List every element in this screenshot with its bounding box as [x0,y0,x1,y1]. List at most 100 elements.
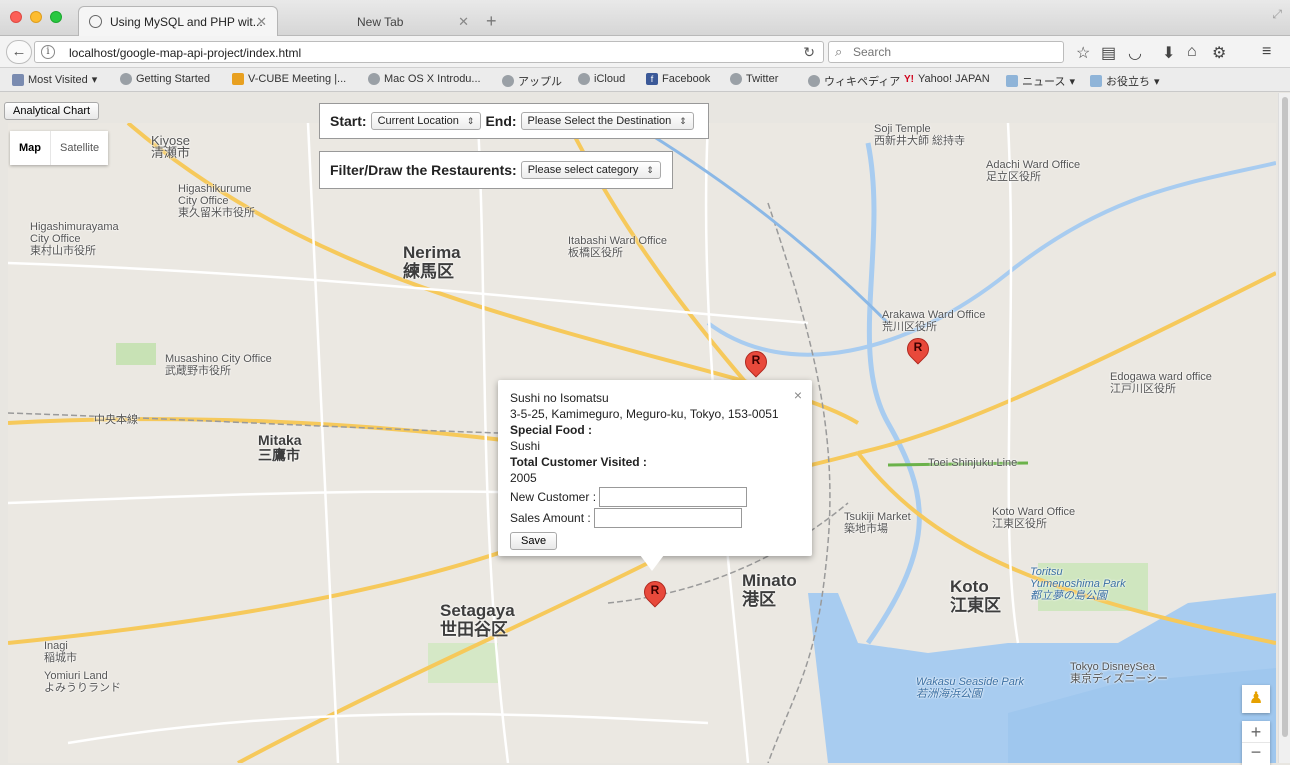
visited-value: 2005 [510,471,537,485]
bookmark-facebook[interactable]: f Facebook [646,73,710,85]
navigation-bar: ← i localhost/google-map-api-project/ind… [0,36,1290,68]
save-button[interactable]: Save [510,532,558,550]
zoom-out-icon[interactable]: − [1242,743,1270,763]
menu-icon[interactable]: ≡ [1262,43,1271,61]
bookmark-most-visited[interactable]: Most Visited ▾ [12,73,97,86]
map-label-disneysea: Tokyo DisneySea 東京ディズニーシー [1070,661,1169,685]
search-input[interactable] [851,43,1056,61]
minimize-window-icon[interactable] [30,11,42,23]
bookmark-label: ウィキペディア [824,76,901,88]
zoom-in-icon[interactable]: + [1242,721,1270,743]
new-customer-row: New Customer : [510,486,800,507]
bookmark-oyakudachi[interactable]: お役立ち ▾ [1090,73,1160,89]
filter-panel: Filter/Draw the Restaurents: Please sele… [319,151,673,189]
tab-active[interactable]: Using MySQL and PHP wit... ✕ [78,6,278,36]
bookmark-label: V-CUBE Meeting |... [248,73,347,85]
bookmark-wikipedia[interactable]: ウィキペディア [808,73,900,89]
satellite-view-button[interactable]: Satellite [50,131,108,165]
visited-label: Total Customer Visited : [510,455,647,469]
map-type-control: Map Satellite [10,131,109,165]
sales-amount-label: Sales Amount : [510,510,591,525]
map-label-wakasu: Wakasu Seaside Park 若洲海浜公園 [916,676,1025,700]
page-content: Analytical Chart Map Satellite Kiyose 清瀬… [0,93,1290,765]
back-arrow-icon[interactable]: ← [6,40,32,64]
end-select[interactable]: Please Select the Destination ⇕ [520,112,694,130]
map-view-button[interactable]: Map [10,131,50,165]
category-select-value: Please select category [527,164,639,176]
search-bar[interactable]: ⌕ [828,41,1064,63]
map-label-shinjuku-line: Toei Shinjuku Line [928,457,1018,469]
yahoo-icon: Y! [904,73,914,85]
street-view-pegman-icon[interactable]: ♟ [1242,685,1270,713]
close-icon[interactable]: × [794,387,802,403]
chevron-updown-icon: ⇕ [646,164,654,175]
bookmark-yahoo[interactable]: Y! Yahoo! JAPAN [904,73,990,85]
close-tab-icon[interactable]: ✕ [458,14,469,30]
bookmark-macos[interactable]: Mac OS X Introdu... [368,73,481,85]
restaurant-address: 3-5-25, Kamimeguro, Meguro-ku, Tokyo, 15… [510,407,779,421]
globe-icon [730,73,742,85]
map-label-tsukiji: Tsukiji Market 築地市場 [844,511,911,535]
info-window-tail [640,555,664,571]
maximize-window-icon[interactable] [50,11,62,23]
bookmark-label: アップル [518,76,562,88]
url-text[interactable]: localhost/google-map-api-project/index.h… [69,46,301,60]
map-label-koto-office: Koto Ward Office 江東区役所 [992,506,1076,530]
extension-icon[interactable]: ⚙ [1212,43,1226,63]
sales-amount-row: Sales Amount : [510,507,800,528]
globe-icon [368,73,380,85]
download-icon[interactable]: ⬇ [1162,43,1175,63]
bookmark-vcube[interactable]: V-CUBE Meeting |... [232,73,346,85]
special-food-value: Sushi [510,439,541,453]
url-bar[interactable]: i localhost/google-map-api-project/index… [34,41,824,63]
restaurant-marker-selected[interactable]: R [639,576,671,613]
start-label: Start: [330,113,367,129]
bookmark-label: Most Visited [28,73,88,86]
chevron-updown-icon: ⇕ [679,115,687,126]
map-label-soji-temple: Soji Temple 西新井大師 総持寺 [874,123,966,147]
bookmark-apple[interactable]: アップル [502,73,562,89]
map-label-kiyose: Kiyose 清瀬市 [151,133,191,160]
vcube-icon [232,73,244,85]
bookmark-news[interactable]: ニュース ▾ [1006,73,1075,89]
analytical-chart-button[interactable]: Analytical Chart [4,102,100,120]
map-label-minato: Minato 港区 [742,571,797,609]
bookmark-label: iCloud [594,73,626,85]
bookmark-label: Twitter [746,73,779,85]
restaurant-marker[interactable]: R [740,346,772,383]
scrollbar-thumb[interactable] [1282,97,1288,737]
bookmark-getting-started[interactable]: Getting Started [120,73,210,85]
page-scrollbar[interactable] [1278,93,1290,763]
close-window-icon[interactable] [10,11,22,23]
fullscreen-icon[interactable]: ⤢ [1272,7,1282,22]
map-label-higashikurume: Higashikurume City Office 東久留米市役所 [178,183,255,219]
new-customer-input[interactable] [599,486,748,507]
globe-icon [808,75,820,87]
restaurant-marker[interactable]: R [902,333,934,370]
special-food-label: Special Food : [510,423,593,437]
map-label-yomiuri: Yomiuri Land よみうりランド [44,670,121,694]
folder-icon [1006,75,1018,87]
bookmark-label: Getting Started [136,73,210,85]
new-customer-label: New Customer : [510,489,597,504]
chevron-down-icon: ▾ [1154,75,1160,88]
new-tab-plus-icon[interactable]: + [486,11,497,32]
info-icon[interactable]: i [41,45,55,59]
marker-label: R [751,353,761,367]
bookmark-icloud[interactable]: iCloud [578,73,625,85]
reading-list-icon[interactable]: ▤ [1101,43,1116,63]
close-tab-icon[interactable]: ✕ [256,14,267,30]
category-select[interactable]: Please select category ⇕ [520,161,661,179]
tab-new[interactable]: New Tab ✕ [280,6,480,36]
pocket-icon[interactable]: ◡ [1128,43,1142,63]
globe-icon [578,73,590,85]
star-icon[interactable]: ☆ [1076,43,1090,63]
start-select[interactable]: Current Location ⇕ [370,112,482,130]
home-icon[interactable]: ⌂ [1187,43,1197,61]
globe-icon [502,75,514,87]
sales-amount-input[interactable] [593,507,742,528]
bookmark-twitter[interactable]: Twitter [730,73,778,85]
marker-label: R [913,340,923,354]
reload-icon[interactable]: ↻ [803,44,815,61]
tab-label: New Tab [357,14,404,29]
